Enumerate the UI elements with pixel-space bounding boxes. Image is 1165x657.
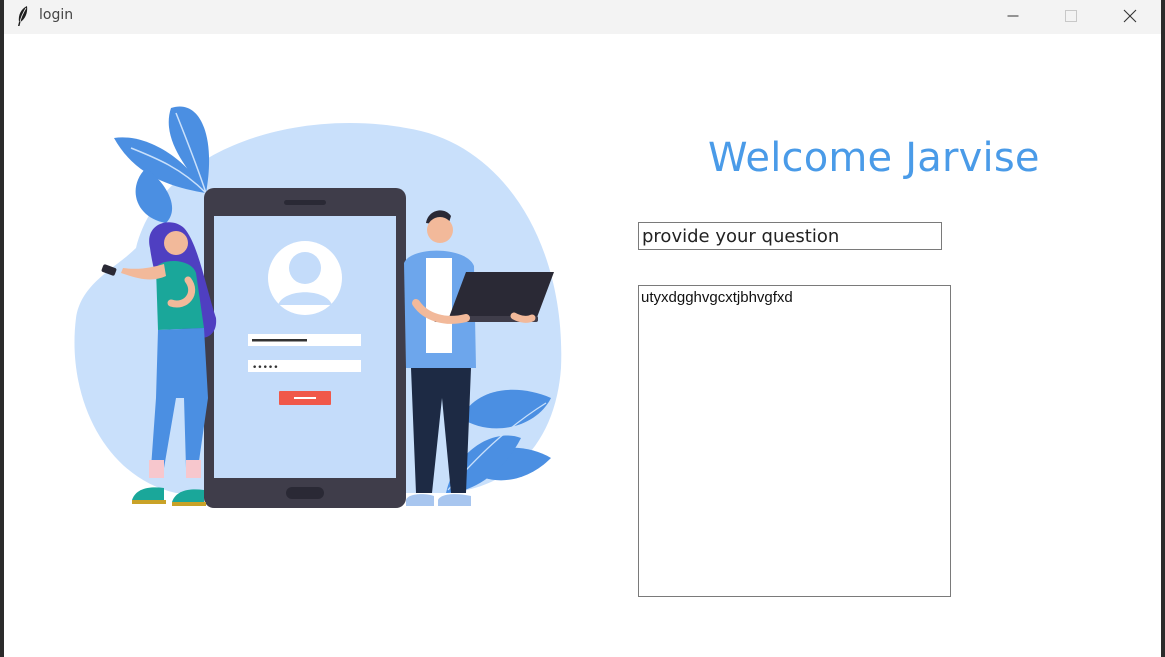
login-illustration: ••••• <box>74 106 562 508</box>
maximize-button[interactable] <box>1048 0 1094 32</box>
password-mask: ••••• <box>252 363 279 373</box>
maximize-icon <box>1065 10 1077 22</box>
minimize-button[interactable] <box>990 0 1036 32</box>
close-icon <box>1123 9 1137 23</box>
close-button[interactable] <box>1107 0 1153 32</box>
welcome-heading: Welcome Jarvise <box>708 135 1040 181</box>
window-title: login <box>39 7 74 23</box>
app-window: login ••••• Welcome Jarvise provide your… <box>4 0 1161 657</box>
feather-icon <box>18 6 28 26</box>
answer-textarea[interactable]: utyxdgghvgcxtjbhvgfxd <box>638 285 951 597</box>
minimize-icon <box>1007 15 1019 17</box>
question-input[interactable] <box>638 222 942 250</box>
title-bar[interactable]: login <box>4 0 1161 34</box>
phone-illustration: ••••• <box>204 188 406 508</box>
